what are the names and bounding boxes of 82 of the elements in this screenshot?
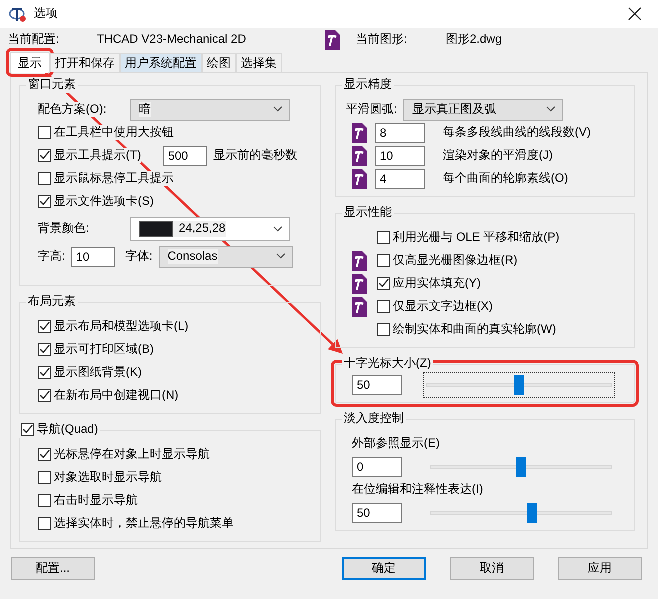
input-field[interactable]: 10 — [375, 146, 425, 166]
checkbox[interactable]: 仅高显光栅图像边框(R) — [377, 252, 518, 268]
slider-thumb[interactable] — [514, 374, 524, 394]
check-icon — [38, 344, 50, 355]
dropdown[interactable]: 暗 — [130, 98, 290, 120]
input-field[interactable]: 500 — [163, 146, 208, 166]
button[interactable]: 配置... — [11, 557, 95, 580]
tab[interactable]: 选择集 — [236, 53, 282, 72]
checkbox[interactable]: 选择实体时，禁止悬停的导航菜单 — [38, 516, 234, 532]
hint-text: 显示前的毫秒数 — [213, 148, 298, 164]
drawing-name: 图形2.dwg — [446, 32, 502, 48]
button[interactable]: 应用 — [558, 557, 642, 580]
chevron-icon — [546, 106, 556, 113]
checkbox[interactable]: 显示图纸背景(K) — [38, 364, 142, 380]
checkbox[interactable]: 绘制实体和曲面的真实轮廓(W) — [377, 322, 556, 338]
tab[interactable]: 用户系统配置 — [120, 53, 202, 72]
checkbox[interactable]: 仅显示文字边框(X) — [377, 298, 493, 314]
field-label: 字高: — [38, 248, 66, 264]
field-label: 渲染对象的平滑度(J) — [443, 148, 553, 164]
profile-name: THCAD V23-Mechanical 2D — [97, 32, 248, 48]
check-icon — [38, 449, 50, 460]
input-field[interactable]: 10 — [71, 246, 116, 266]
check-icon — [38, 196, 50, 207]
checkbox[interactable]: 右击时显示导航 — [38, 492, 138, 508]
label-text: 当前图形: — [356, 32, 408, 48]
tool-icon — [352, 146, 367, 166]
field-label: 每条多段线曲线的线段数(V) — [443, 124, 591, 140]
checkbox[interactable]: 对象选取时显示导航 — [38, 470, 162, 486]
chevron-icon — [276, 253, 286, 260]
field-label: 字体: — [125, 248, 153, 264]
dropdown[interactable]: Consolas — [158, 246, 293, 268]
check-icon — [38, 367, 50, 378]
check-icon — [38, 150, 50, 161]
field-label: 在位编辑和注释性表达(I) — [352, 482, 484, 498]
checkbox[interactable]: 导航(Quad) — [19, 422, 100, 438]
dropdown[interactable]: 显示真正图及弧 — [403, 98, 564, 120]
window-title: 选项 — [34, 6, 58, 22]
tool-icon — [352, 274, 367, 294]
checkbox[interactable]: 显示布局和模型选项卡(L) — [38, 318, 189, 334]
button[interactable]: 确定 — [342, 557, 426, 580]
input-field[interactable]: 4 — [375, 168, 425, 188]
chevron-icon — [273, 106, 283, 113]
close-icon[interactable] — [628, 7, 642, 21]
checkbox[interactable]: 显示鼠标悬停工具提示 — [38, 170, 174, 186]
checkbox[interactable]: 利用光栅与 OLE 平移和缩放(P) — [377, 230, 560, 246]
color-dropdown[interactable]: 24,25,28 — [130, 217, 290, 241]
checkbox[interactable]: 显示可打印区域(B) — [38, 342, 154, 358]
group-title: 显示精度 — [342, 77, 394, 93]
checkbox[interactable]: 显示工具提示(T) — [38, 148, 142, 164]
input-field[interactable]: 8 — [375, 122, 425, 142]
tab[interactable]: 绘图 — [202, 53, 236, 72]
group-title: 淡入度控制 — [342, 411, 406, 427]
tool-icon — [352, 296, 367, 316]
tool-icon — [352, 122, 367, 142]
check-icon — [38, 390, 50, 401]
slider-thumb[interactable] — [516, 456, 526, 476]
check-icon — [378, 278, 390, 289]
label-text: 当前配置: — [8, 32, 60, 48]
tab[interactable]: 打开和保存 — [50, 53, 120, 72]
group-title: 显示性能 — [342, 205, 394, 221]
checkbox[interactable]: 应用实体填充(Y) — [377, 276, 481, 292]
tool-icon — [352, 250, 367, 270]
field-label: 外部参照显示(E) — [352, 436, 440, 452]
group-title: 窗口元素 — [26, 77, 78, 93]
check-icon — [22, 424, 34, 436]
checkbox[interactable]: 光标悬停在对象上时显示导航 — [38, 446, 210, 462]
checkbox[interactable]: 在工具栏中使用大按钮 — [38, 124, 174, 140]
button[interactable]: 取消 — [450, 557, 534, 580]
input-field[interactable]: 50 — [352, 374, 402, 394]
input-field[interactable]: 50 — [352, 502, 402, 522]
checkbox[interactable]: 在新布局中创建视口(N) — [38, 388, 179, 404]
tool-icon — [325, 30, 340, 50]
field-label: 平滑圆弧: — [346, 102, 398, 118]
tool-icon — [352, 168, 367, 188]
check-icon — [38, 321, 50, 332]
slider-thumb[interactable] — [526, 502, 537, 522]
checkbox[interactable]: 显示文件选项卡(S) — [38, 194, 154, 210]
chevron-icon — [273, 226, 283, 232]
group-title: 十字光标大小(Z) — [342, 356, 434, 372]
input-field[interactable]: 0 — [352, 456, 402, 476]
group-title: 布局元素 — [26, 294, 78, 310]
field-label: 每个曲面的轮廓素线(O) — [443, 170, 568, 186]
